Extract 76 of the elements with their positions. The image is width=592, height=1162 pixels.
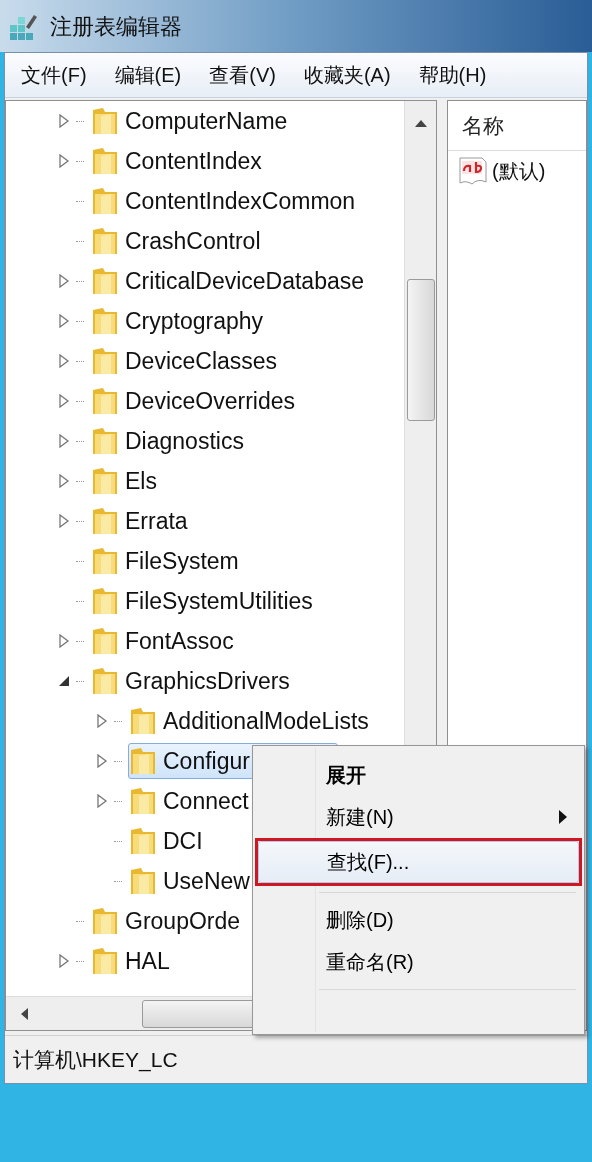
- folder-icon: [91, 186, 119, 216]
- expand-arrow-icon[interactable]: [96, 754, 108, 768]
- folder-icon: [91, 906, 119, 936]
- folder-icon: [129, 866, 157, 896]
- context-menu-item[interactable]: 新建(N): [257, 796, 580, 838]
- status-path: 计算机\HKEY_LC: [13, 1046, 178, 1074]
- string-value-icon: [458, 156, 488, 186]
- window-title: 注册表编辑器: [50, 12, 182, 41]
- expand-arrow-icon[interactable]: [58, 114, 70, 128]
- menu-item[interactable]: 帮助(H): [418, 60, 487, 90]
- submenu-arrow-icon: [559, 810, 567, 824]
- menu-item[interactable]: 收藏夹(A): [303, 60, 391, 90]
- folder-icon: [91, 146, 119, 176]
- tree-item[interactable]: DCI: [128, 823, 212, 859]
- tree-item[interactable]: GraphicsDrivers: [90, 663, 299, 699]
- folder-icon: [91, 106, 119, 136]
- folder-icon: [91, 226, 119, 256]
- tree-item[interactable]: ContentIndexCommon: [90, 183, 365, 219]
- menu-item[interactable]: 查看(V): [209, 60, 276, 90]
- expand-arrow-icon[interactable]: [58, 434, 70, 448]
- scroll-up-arrow-icon[interactable]: [414, 119, 427, 127]
- tree-item[interactable]: ComputerName: [90, 103, 297, 139]
- folder-icon: [91, 546, 119, 576]
- folder-icon: [129, 746, 157, 776]
- folder-icon: [91, 466, 119, 496]
- tree-item[interactable]: FontAssoc: [90, 623, 243, 659]
- tree-item[interactable]: UseNew: [128, 863, 259, 899]
- menu-item[interactable]: 编辑(E): [114, 60, 182, 90]
- folder-icon: [91, 586, 119, 616]
- folder-icon: [91, 506, 119, 536]
- folder-icon: [91, 426, 119, 456]
- folder-icon: [91, 946, 119, 976]
- expand-arrow-icon[interactable]: [58, 514, 70, 528]
- tree-item[interactable]: GroupOrde: [90, 903, 250, 939]
- expand-arrow-icon[interactable]: [96, 794, 108, 808]
- expand-arrow-icon[interactable]: [58, 634, 70, 648]
- folder-icon: [91, 626, 119, 656]
- tree-item[interactable]: CriticalDeviceDatabase: [90, 263, 374, 299]
- tree-item[interactable]: HAL: [90, 943, 179, 979]
- tree-item[interactable]: Connect: [128, 783, 258, 819]
- scrollbar-thumb[interactable]: [406, 279, 435, 421]
- folder-icon: [91, 346, 119, 376]
- tree-item[interactable]: Els: [90, 463, 166, 499]
- folder-icon: [129, 706, 157, 736]
- tree-item[interactable]: Errata: [90, 503, 197, 539]
- expand-arrow-icon[interactable]: [58, 314, 70, 328]
- folder-icon: [129, 786, 157, 816]
- expand-arrow-icon[interactable]: [58, 394, 70, 408]
- expand-arrow-icon[interactable]: [58, 954, 70, 968]
- tree-item[interactable]: Cryptography: [90, 303, 273, 339]
- folder-icon: [91, 666, 119, 696]
- folder-icon: [91, 266, 119, 296]
- context-menu-item[interactable]: 重命名(R): [257, 941, 580, 983]
- scroll-left-arrow-icon[interactable]: [20, 1007, 28, 1020]
- tree-item[interactable]: FileSystem: [90, 543, 248, 579]
- collapse-arrow-icon[interactable]: [58, 675, 70, 687]
- tree-item[interactable]: CrashControl: [90, 223, 270, 259]
- tree-item[interactable]: DeviceOverrides: [90, 383, 304, 419]
- folder-icon: [129, 826, 157, 856]
- tree-item[interactable]: ContentIndex: [90, 143, 271, 179]
- expand-arrow-icon[interactable]: [58, 274, 70, 288]
- tree-item[interactable]: FileSystemUtilities: [90, 583, 322, 619]
- expand-arrow-icon[interactable]: [58, 354, 70, 368]
- menu-item[interactable]: 文件(F): [21, 60, 87, 90]
- tree-item[interactable]: Diagnostics: [90, 423, 253, 459]
- expand-arrow-icon[interactable]: [58, 154, 70, 168]
- column-header[interactable]: 名称: [448, 101, 586, 151]
- tree-item[interactable]: AdditionalModeLists: [128, 703, 378, 739]
- context-menu-item[interactable]: 查找(F)...: [258, 841, 579, 883]
- context-menu-item[interactable]: 删除(D): [257, 899, 580, 941]
- expand-arrow-icon[interactable]: [58, 474, 70, 488]
- folder-icon: [91, 306, 119, 336]
- expand-arrow-icon[interactable]: [96, 714, 108, 728]
- tree-item[interactable]: DeviceClasses: [90, 343, 287, 379]
- value-name[interactable]: (默认): [492, 156, 546, 186]
- folder-icon: [91, 386, 119, 416]
